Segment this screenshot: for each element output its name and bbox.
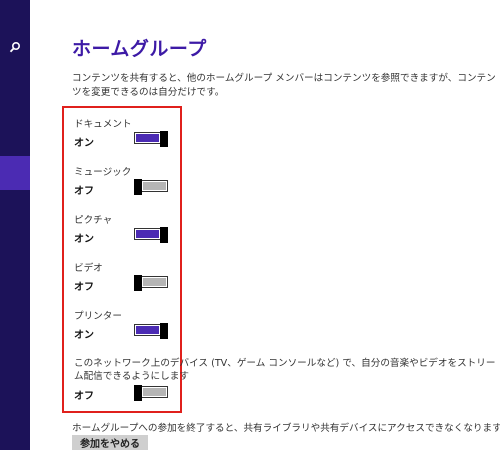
setting-state: オフ bbox=[74, 391, 94, 402]
setting-state: オン bbox=[74, 234, 94, 245]
left-sidebar bbox=[0, 0, 30, 450]
setting-videos: ビデオ オフ bbox=[74, 262, 184, 293]
leave-description: ホームグループへの参加を終了すると、共有ライブラリや共有デバイスにアクセスできな… bbox=[72, 423, 500, 434]
setting-pictures: ピクチャ オン bbox=[74, 214, 184, 245]
setting-documents: ドキュメント オン bbox=[74, 118, 184, 149]
setting-printers: プリンター オン bbox=[74, 310, 184, 341]
setting-music: ミュージック オフ bbox=[74, 166, 184, 197]
setting-state: オフ bbox=[74, 282, 94, 293]
setting-media-devices: このネットワーク上のデバイス (TV、ゲーム コンソールなど) で、自分の音楽や… bbox=[74, 357, 500, 383]
search-icon[interactable] bbox=[7, 40, 23, 56]
setting-label: このネットワーク上のデバイス (TV、ゲーム コンソールなど) で、自分の音楽や… bbox=[74, 358, 496, 382]
setting-label: ミュージック bbox=[74, 167, 132, 178]
media-devices-toggle[interactable] bbox=[134, 385, 168, 401]
setting-label: ピクチャ bbox=[74, 215, 113, 226]
pictures-toggle[interactable] bbox=[134, 227, 168, 243]
sidebar-selected-item[interactable] bbox=[0, 156, 30, 190]
videos-toggle[interactable] bbox=[134, 275, 168, 291]
printers-toggle[interactable] bbox=[134, 323, 168, 339]
setting-label: ビデオ bbox=[74, 263, 103, 274]
page-title: ホームグループ bbox=[72, 38, 207, 60]
setting-state: オン bbox=[74, 330, 94, 341]
setting-state: オフ bbox=[74, 186, 94, 197]
music-toggle[interactable] bbox=[134, 179, 168, 195]
homegroup-description: コンテンツを共有すると、他のホームグループ メンバーはコンテンツを参照できますが… bbox=[72, 73, 496, 98]
setting-state: オン bbox=[74, 138, 94, 149]
setting-label: プリンター bbox=[74, 311, 122, 322]
documents-toggle[interactable] bbox=[134, 131, 168, 147]
leave-homegroup-button[interactable]: 参加をやめる bbox=[72, 435, 148, 450]
setting-label: ドキュメント bbox=[74, 119, 132, 130]
